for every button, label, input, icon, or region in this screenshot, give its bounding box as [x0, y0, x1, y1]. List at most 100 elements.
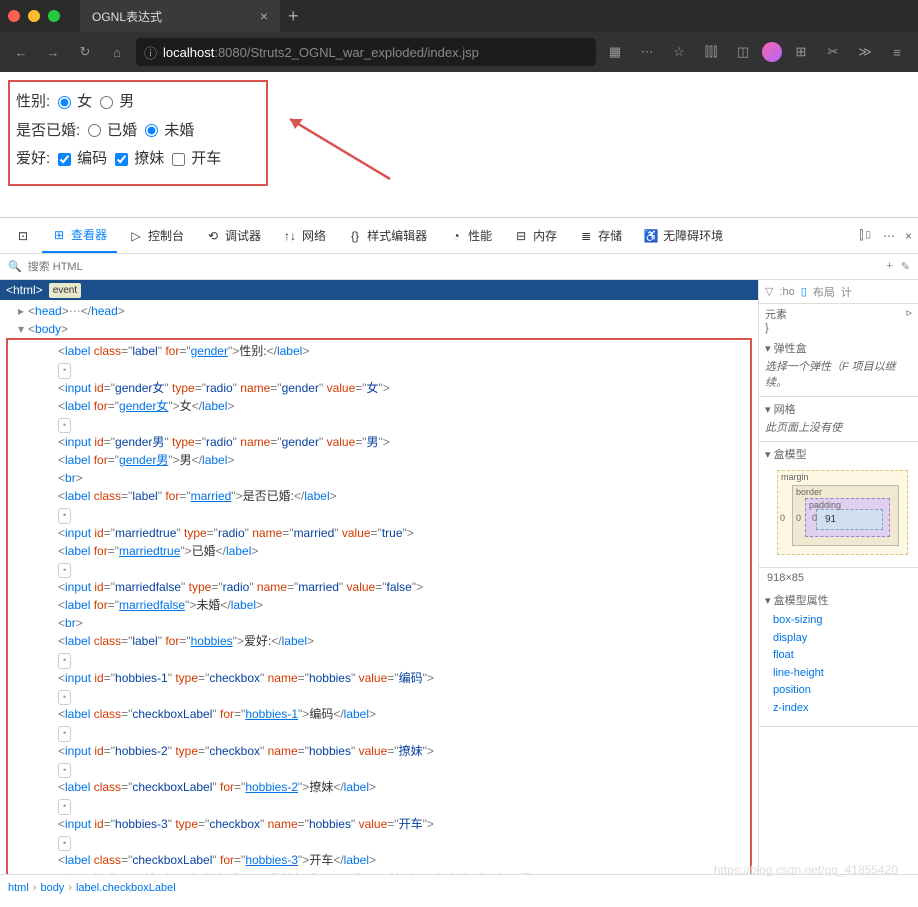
tab-accessibility[interactable]: ♿无障碍环境	[634, 218, 733, 253]
married-yes-radio[interactable]	[88, 124, 101, 137]
qr-icon[interactable]: ▦	[602, 39, 628, 65]
dom-line[interactable]: •	[8, 760, 750, 779]
box-model-prop[interactable]: display	[773, 630, 904, 648]
dom-line[interactable]: <input id="hobbies-2" type="checkbox" na…	[8, 742, 750, 760]
box-model-prop[interactable]: position	[773, 682, 904, 700]
tab-debugger[interactable]: ⟲调试器	[196, 218, 271, 253]
married-no-radio[interactable]	[145, 124, 158, 137]
dom-line[interactable]: •	[8, 650, 750, 669]
breadcrumb-html[interactable]: html	[8, 882, 29, 894]
box-model-prop[interactable]: z-index	[773, 700, 904, 718]
tab-network[interactable]: ↑↓网络	[273, 218, 336, 253]
maximize-window-button[interactable]	[48, 10, 60, 22]
event-badge[interactable]: event	[49, 283, 81, 298]
dom-line[interactable]: <label class="label" for="gender">性别:</l…	[8, 342, 750, 360]
dom-line[interactable]: <label for="marriedfalse">未婚</label>	[8, 596, 750, 614]
dom-line[interactable]: •	[8, 560, 750, 579]
menu-dots-icon[interactable]: ⋯	[634, 39, 660, 65]
reload-button[interactable]: ↻	[72, 39, 98, 65]
dom-body-open[interactable]: ▾<body>	[0, 320, 758, 338]
browser-toolbar: ← → ↻ ⌂ ⓘ localhost:8080/Struts2_OGNL_wa…	[0, 32, 918, 72]
profile-icon[interactable]	[762, 42, 782, 62]
star-icon[interactable]: ☆	[666, 39, 692, 65]
dom-line[interactable]: <label class="label" for="hobbies">爱好:</…	[8, 632, 750, 650]
dom-line[interactable]: <input id="gender男" type="radio" name="g…	[8, 433, 750, 451]
inspect-element-button[interactable]: ⊡	[6, 218, 40, 253]
close-window-button[interactable]	[8, 10, 20, 22]
html-search-input[interactable]	[28, 261, 881, 273]
back-button[interactable]: ←	[8, 39, 34, 65]
gender-male-radio[interactable]	[100, 96, 113, 109]
dom-line[interactable]: <label for="gender男">男</label>	[8, 451, 750, 469]
tab-memory[interactable]: ⊟内存	[504, 218, 567, 253]
hamburger-icon[interactable]: ≡	[884, 39, 910, 65]
tab-title: OGNL表达式	[92, 8, 162, 25]
devtools-menu-icon[interactable]: ⋯	[883, 229, 895, 243]
tab-performance[interactable]: ◔性能	[439, 218, 502, 253]
dom-line[interactable]: •	[8, 360, 750, 379]
dom-head-line[interactable]: ▸<head>⋯</head>	[0, 302, 758, 320]
dom-line[interactable]: <input id="marriedtrue" type="radio" nam…	[8, 524, 750, 542]
element-dimensions: 918×85	[759, 568, 918, 588]
dom-line[interactable]: •	[8, 687, 750, 706]
hobby-3-checkbox[interactable]	[172, 153, 185, 166]
tab-console[interactable]: ▷控制台	[119, 218, 194, 253]
dom-line[interactable]: <input id="marriedfalse" type="radio" na…	[8, 578, 750, 596]
minimize-window-button[interactable]	[28, 10, 40, 22]
dom-line[interactable]: •	[8, 796, 750, 815]
gender-female-radio[interactable]	[58, 96, 71, 109]
devtools-close-icon[interactable]: ×	[905, 229, 912, 243]
library-icon[interactable]: ⫿⫿⫿	[698, 39, 724, 65]
breadcrumb-label[interactable]: label.checkboxLabel	[76, 882, 176, 894]
hobby-2-checkbox[interactable]	[115, 153, 128, 166]
hobbies-row: 爱好: 编码 撩妹 开车	[16, 145, 256, 174]
tab-styleeditor[interactable]: {}样式编辑器	[338, 218, 437, 253]
dom-panel[interactable]: <html> event ▸<head>⋯</head> ▾<body> <la…	[0, 280, 758, 874]
rules-tab-layout[interactable]: 布局	[813, 284, 835, 300]
eyedropper-icon[interactable]: ✎	[901, 260, 910, 273]
sidebar-icon[interactable]: ◫	[730, 39, 756, 65]
home-button[interactable]: ⌂	[104, 39, 130, 65]
box-model-prop[interactable]: line-height	[773, 665, 904, 683]
filter-text[interactable]: :ho	[779, 286, 794, 298]
rules-tab-compute[interactable]: 计	[841, 284, 852, 300]
dom-line[interactable]: •	[8, 723, 750, 742]
breadcrumb-body[interactable]: body	[40, 882, 64, 894]
dom-line[interactable]: <input id="hobbies-1" type="checkbox" na…	[8, 669, 750, 687]
toggle-classes-icon[interactable]: ▯	[801, 285, 807, 298]
dock-side-icon[interactable]: ⫿▯	[860, 228, 873, 243]
tab-storage[interactable]: ≣存储	[569, 218, 632, 253]
add-node-icon[interactable]: +	[886, 260, 892, 273]
dom-line[interactable]: <input id="gender女" type="radio" name="g…	[8, 379, 750, 397]
new-tab-button[interactable]: +	[288, 6, 299, 27]
dom-html-root[interactable]: <html> event	[0, 280, 758, 300]
dom-line[interactable]: •	[8, 505, 750, 524]
screenshot-icon[interactable]: ✂	[820, 39, 846, 65]
hobbies-label: 爱好:	[16, 145, 50, 174]
dom-line[interactable]: <br>	[8, 614, 750, 632]
dom-line[interactable]: <label class="checkboxLabel" for="hobbie…	[8, 851, 750, 869]
page-content: 性别: 女 男 是否已婚: 已婚 未婚 爱好: 编码 撩妹 开车	[0, 72, 918, 217]
dom-line[interactable]: <label for="gender女">女</label>	[8, 397, 750, 415]
site-info-icon[interactable]: ⓘ	[144, 43, 157, 62]
tab-inspector[interactable]: ⊞查看器	[42, 218, 117, 253]
dom-line[interactable]: <label class="checkboxLabel" for="hobbie…	[8, 778, 750, 796]
dom-line[interactable]: <input id="hobbies-3" type="checkbox" na…	[8, 815, 750, 833]
overflow-icon[interactable]: ≫	[852, 39, 878, 65]
close-tab-icon[interactable]: ×	[260, 8, 268, 24]
dom-line[interactable]: •	[8, 415, 750, 434]
box-model-prop[interactable]: float	[773, 647, 904, 665]
addon-icon[interactable]: ⊞	[788, 39, 814, 65]
dom-line[interactable]: •	[8, 833, 750, 852]
forward-button[interactable]: →	[40, 39, 66, 65]
browser-tab[interactable]: OGNL表达式 ×	[80, 0, 280, 32]
dom-line[interactable]: <br>	[8, 469, 750, 487]
box-model-prop[interactable]: box-sizing	[773, 612, 904, 630]
dom-line[interactable]: <label class="checkboxLabel" for="hobbie…	[8, 705, 750, 723]
url-bar[interactable]: ⓘ localhost:8080/Struts2_OGNL_war_explod…	[136, 38, 596, 66]
devtools: ⊡ ⊞查看器 ▷控制台 ⟲调试器 ↑↓网络 {}样式编辑器 ◔性能 ⊟内存 ≣存…	[0, 217, 918, 900]
dom-line[interactable]: <label class="label" for="married">是否已婚:…	[8, 487, 750, 505]
hobby-1-checkbox[interactable]	[58, 153, 71, 166]
dom-line[interactable]: <label for="marriedtrue">已婚</label>	[8, 542, 750, 560]
filter-icon[interactable]: ▽	[765, 285, 773, 298]
